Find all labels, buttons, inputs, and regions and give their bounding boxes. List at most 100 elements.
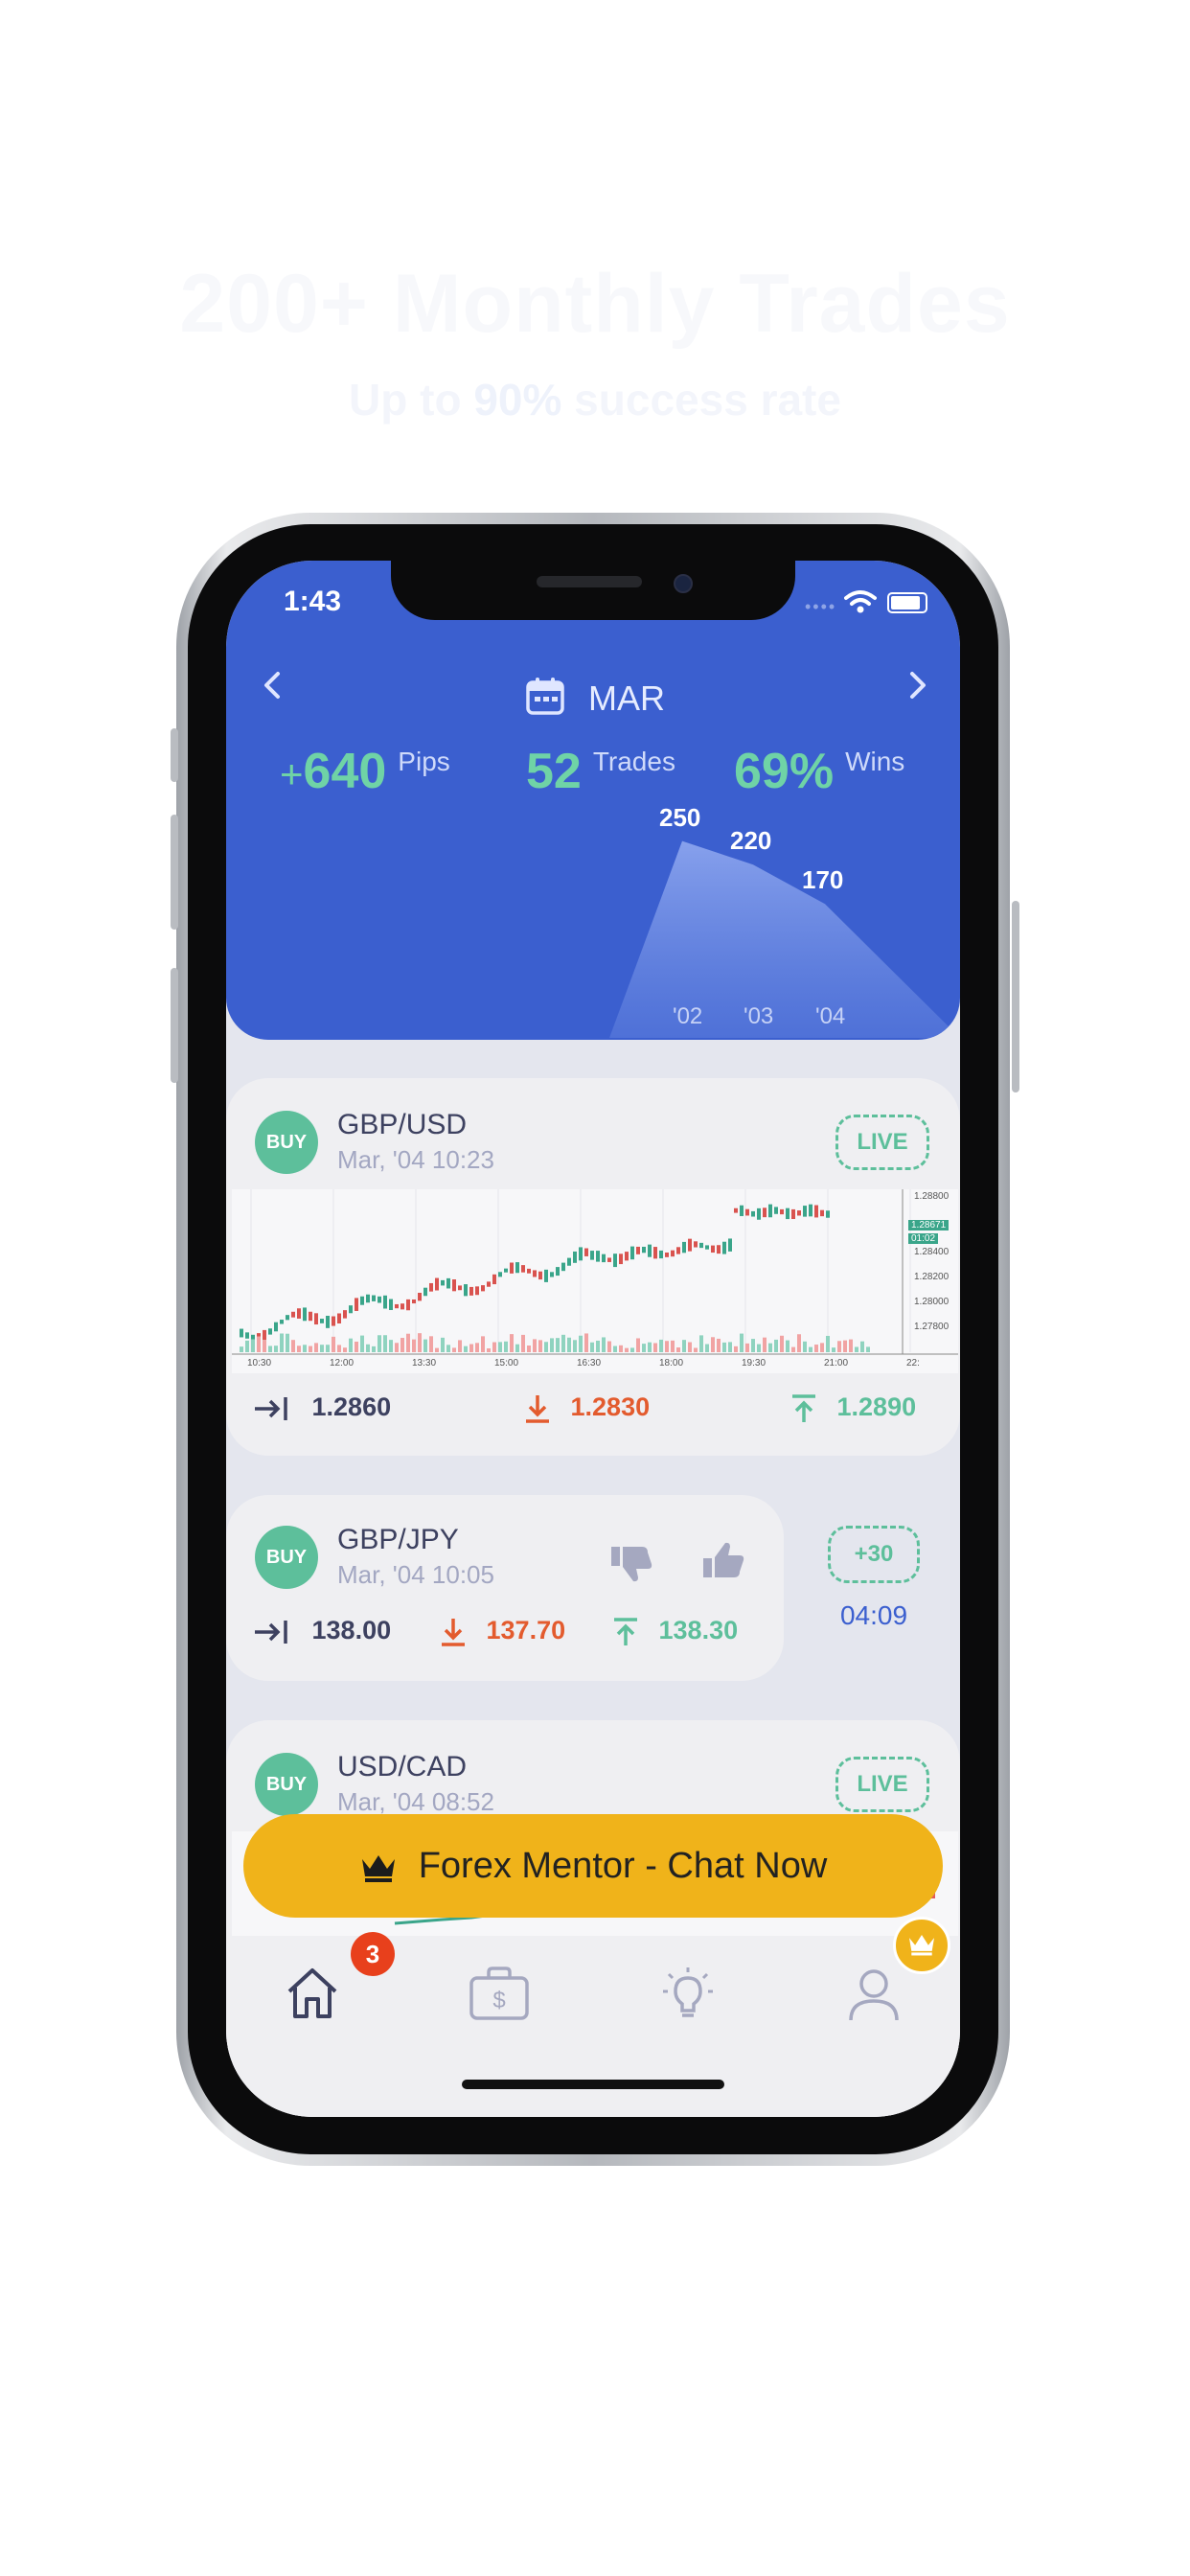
candle [556,1267,560,1276]
prev-month-button[interactable] [261,666,284,714]
volume-bar [642,1344,646,1352]
tab-profile[interactable] [845,1965,903,2027]
candle [814,1205,818,1218]
trade-card-gbpjpy[interactable]: BUY GBP/JPY Mar, '04 10:05 138.00 137.70… [226,1495,784,1681]
thumbs-down-icon[interactable] [609,1543,653,1583]
candle [711,1245,715,1254]
stop-loss-value: 137.70 [486,1616,566,1644]
tab-portfolio[interactable]: $ [468,1965,531,2027]
candle [688,1238,692,1252]
volume-bar [268,1346,272,1352]
candle [780,1208,784,1215]
volume-bar [303,1345,307,1352]
next-month-button[interactable] [906,666,929,714]
volume-bar [366,1344,370,1352]
candle [291,1311,295,1318]
month-label[interactable]: MAR [588,678,665,719]
x-tick-label: 18:00 [659,1358,684,1368]
candle [625,1252,629,1261]
volume-bar [826,1335,830,1352]
volume-bar [728,1342,732,1352]
monthly-trades-chart [609,840,960,1038]
crown-icon [361,1854,395,1882]
candle [763,1208,767,1218]
price-tag: 1.28671 [908,1220,950,1230]
chat-now-button[interactable]: Forex Mentor - Chat Now [243,1814,943,1918]
candle [533,1270,537,1277]
volume-bar [349,1338,353,1352]
stop-loss-value: 1.2830 [570,1392,651,1421]
price-chart[interactable]: 10:30 12:00 13:30 15:00 16:30 18:00 19:30 21:00… [232,1189,958,1373]
chart-x-tick: '04 [815,1003,846,1029]
candle [579,1247,583,1261]
candle [504,1268,508,1273]
candle [337,1313,341,1324]
subline-highlight: 90% [473,375,562,425]
volume-bar [809,1346,812,1352]
volume-bar [768,1343,772,1352]
tab-ideas[interactable] [659,1965,717,2027]
speaker [537,576,642,587]
chart-x-tick: '02 [673,1003,703,1029]
tab-home[interactable]: 3 [284,1932,395,2027]
candle [498,1272,502,1277]
trade-card-gbpusd[interactable]: BUY GBP/USD Mar, '04 10:23 LIVE 10:30 12:… [226,1078,960,1456]
volume-bar [722,1342,726,1352]
stop-loss: 1.2830 [523,1392,650,1424]
volume-bar [786,1340,790,1352]
live-status-badge: LIVE [835,1757,929,1812]
candle [648,1244,652,1257]
volume-bar [337,1345,341,1352]
candle [240,1328,243,1338]
marketing-subline: Up to 90% success rate [0,374,1190,426]
volume-bar [705,1344,709,1352]
volume-bar [659,1339,663,1352]
wifi-icon [844,590,877,613]
battery-icon [887,592,927,613]
candle [406,1299,410,1311]
entry-arrow-icon [255,1396,287,1420]
candle [263,1329,266,1341]
candle [619,1254,623,1265]
candle [286,1315,289,1321]
volume-bar [360,1335,364,1352]
volume-bar [579,1335,583,1352]
volume-bar [527,1346,531,1352]
volume-bar [257,1336,261,1352]
y-tick-label: 1.28000 [914,1297,950,1307]
candle [676,1247,680,1254]
volume-bar [521,1334,525,1352]
candle [757,1208,761,1220]
candle [613,1254,617,1268]
chart-value-label: 250 [659,802,701,832]
premium-badge[interactable] [893,1917,950,1974]
volume-bar [607,1341,611,1352]
y-tick-label: 1.28800 [914,1191,950,1202]
time-tag: 01:02 [908,1233,939,1244]
volume-bar [274,1346,278,1352]
phone-power-button [1012,901,1019,1092]
take-profit: 1.2890 [790,1392,916,1424]
result-badge: +30 [828,1526,920,1583]
pair-name: USD/CAD [337,1751,468,1782]
candle [487,1281,491,1287]
app-screen: 1:43 •••• MAR +640 Pips 52 Trades 69% Wi… [226,561,960,2117]
candle [332,1316,335,1326]
volume-bar [418,1333,422,1352]
status-time: 1:43 [284,586,342,617]
candle [378,1296,381,1303]
volume-bar [613,1346,617,1352]
candle [527,1268,531,1274]
candle [774,1207,778,1214]
take-profit-value: 138.30 [658,1616,739,1644]
entry-value: 1.2860 [311,1392,392,1421]
volume-bar [803,1341,807,1352]
candle [251,1334,255,1340]
signal-icon: •••• [805,597,837,616]
candle [694,1241,698,1248]
thumbs-up-icon[interactable] [701,1541,745,1581]
candle [671,1250,675,1257]
candle [464,1284,468,1297]
volume-bar [475,1343,479,1352]
trades-unit: Trades [592,747,675,776]
